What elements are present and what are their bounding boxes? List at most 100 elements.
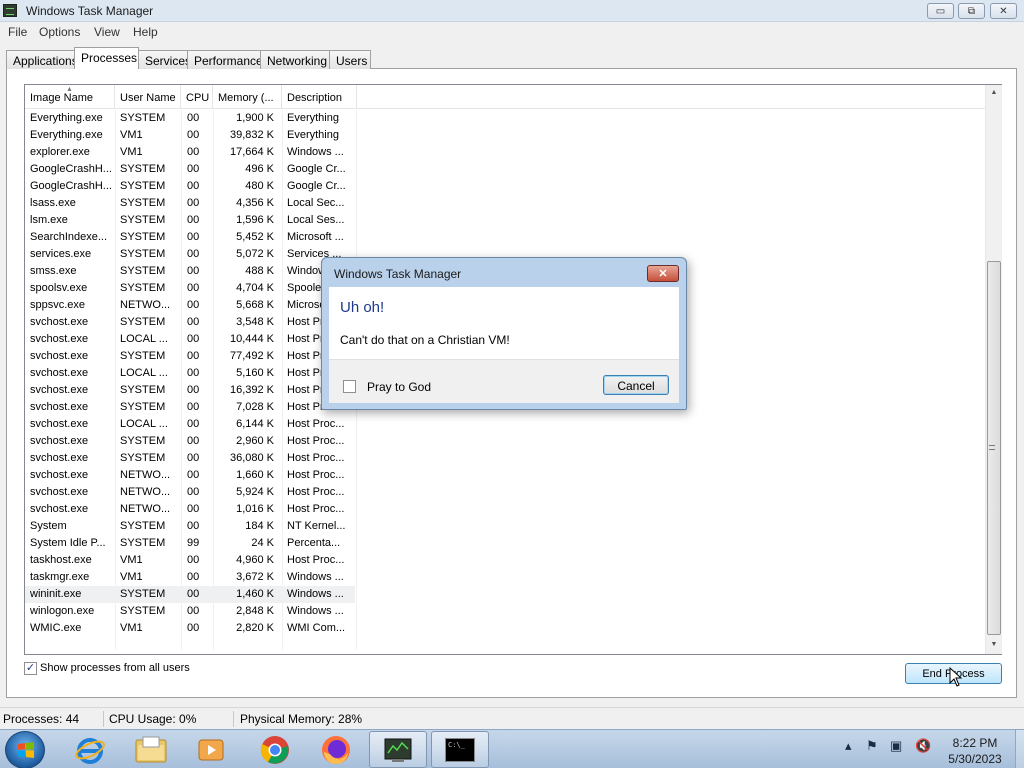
show-all-users-checkbox[interactable]: ✓ [24,662,37,675]
sort-ascending-icon: ▲ [66,86,73,93]
process-user: VM1 [120,554,143,566]
scroll-up-icon[interactable]: ▲ [986,85,1002,101]
process-row[interactable]: svchost.exe SYSTEM 00 36,080 K Host Proc... [25,450,355,467]
process-row[interactable]: GoogleCrashH... SYSTEM 00 480 K Google Cr... [25,178,355,195]
process-name: smss.exe [30,265,77,277]
tab-applications[interactable]: Applications [6,50,78,69]
status-cpu: CPU Usage: 0% [109,712,197,726]
menu-view[interactable]: View [94,25,120,39]
process-row[interactable]: lsm.exe SYSTEM 00 1,596 K Local Ses... [25,212,355,229]
chrome-taskbar-button[interactable] [246,731,304,768]
clock[interactable]: 8:22 PM 5/30/2023 [940,735,1010,767]
process-memory: 488 K [245,265,274,277]
process-row[interactable]: explorer.exe VM1 00 17,664 K Windows ... [25,144,355,161]
process-row[interactable]: svchost.exe SYSTEM 00 7,028 K Host Proc... [25,399,355,416]
show-desktop-button[interactable] [1015,730,1024,768]
process-row[interactable]: svchost.exe SYSTEM 00 77,492 K Host Pr... [25,348,355,365]
process-row[interactable]: svchost.exe LOCAL ... 00 10,444 K Host Pr... [25,331,355,348]
volume-muted-icon[interactable]: 🔇 [915,738,931,754]
tab-performance[interactable]: Performance [187,50,263,69]
process-name: WMIC.exe [30,622,82,634]
process-user: SYSTEM [120,401,166,413]
process-row[interactable]: svchost.exe NETWO... 00 5,924 K Host Proc... [25,484,355,501]
pray-checkbox[interactable] [343,380,356,393]
command-prompt-taskbar-button[interactable]: C:\_ [431,731,489,768]
process-user: VM1 [120,129,143,141]
process-row[interactable]: Everything.exe SYSTEM 00 1,900 K Everything [25,110,355,127]
process-row[interactable]: Everything.exe VM1 00 39,832 K Everything [25,127,355,144]
column-user-name[interactable]: User Name [115,85,181,109]
process-row[interactable]: taskmgr.exe VM1 00 3,672 K Windows ... [25,569,355,586]
process-memory: 5,072 K [236,248,274,260]
process-row[interactable]: wininit.exe SYSTEM 00 1,460 K Windows ... [25,586,355,603]
process-cpu: 00 [187,469,200,481]
network-icon[interactable]: ▣ [890,738,902,754]
vertical-scrollbar[interactable]: ▲ ▼ [985,85,1002,654]
process-description: Windows ... [287,146,344,158]
process-user: NETWO... [120,299,171,311]
process-cpu: 00 [187,316,200,328]
menu-file[interactable]: File [8,25,27,39]
process-name: GoogleCrashH... [30,180,112,192]
process-row[interactable]: svchost.exe NETWO... 00 1,660 K Host Proc... [25,467,355,484]
column-memory[interactable]: Memory (... [213,85,282,109]
status-processes: Processes: 44 [3,712,80,726]
dialog-close-button[interactable]: ✕ [647,265,679,282]
process-row[interactable]: smss.exe SYSTEM 00 488 K Window... [25,263,355,280]
cancel-button[interactable]: Cancel [603,375,669,395]
process-row[interactable]: svchost.exe SYSTEM 00 2,960 K Host Proc... [25,433,355,450]
process-row[interactable]: svchost.exe SYSTEM 00 16,392 K Host Pr... [25,382,355,399]
process-row[interactable]: GoogleCrashH... SYSTEM 00 496 K Google Cr... [25,161,355,178]
process-row[interactable]: svchost.exe SYSTEM 00 3,548 K Host Pr... [25,314,355,331]
tab-networking[interactable]: Networking [260,50,330,69]
task-manager-taskbar-button[interactable] [369,731,427,768]
process-row[interactable]: svchost.exe LOCAL ... 00 5,160 K Host Pr... [25,365,355,382]
column-cpu-label: CPU [186,92,210,104]
menu-help[interactable]: Help [133,25,158,39]
process-row[interactable]: taskhost.exe VM1 00 4,960 K Host Proc... [25,552,355,569]
minimize-button[interactable]: ▭ [927,3,954,19]
process-row[interactable]: System SYSTEM 00 184 K NT Kernel... [25,518,355,535]
maximize-button[interactable]: ⧉ [958,3,985,19]
process-user: LOCAL ... [120,418,168,430]
process-memory: 5,668 K [236,299,274,311]
tab-services[interactable]: Services [138,50,191,69]
process-user: LOCAL ... [120,367,168,379]
column-cpu[interactable]: CPU [181,85,213,109]
process-row[interactable]: sppsvc.exe NETWO... 00 5,668 K Microso... [25,297,355,314]
process-name: Everything.exe [30,112,103,124]
process-cpu: 00 [187,197,200,209]
process-row[interactable]: svchost.exe NETWO... 00 1,016 K Host Proc... [25,501,355,518]
process-row[interactable]: SearchIndexe... SYSTEM 00 5,452 K Microsoft … [25,229,355,246]
firefox-taskbar-button[interactable] [307,731,365,768]
media-player-taskbar-button[interactable] [182,731,240,768]
process-row[interactable]: System Idle P... SYSTEM 99 24 K Percenta... [25,535,355,552]
process-row[interactable]: winlogon.exe SYSTEM 00 2,848 K Windows ... [25,603,355,620]
internet-explorer-taskbar-button[interactable] [61,731,119,768]
tab-users[interactable]: Users [329,50,371,69]
start-button[interactable] [5,731,45,768]
column-image-name[interactable]: ▲ Image Name [25,85,115,109]
column-description-label: Description [287,92,343,104]
process-cpu: 00 [187,163,200,175]
process-user: SYSTEM [120,112,166,124]
process-row[interactable]: spoolsv.exe SYSTEM 00 4,704 K Spooler... [25,280,355,297]
process-cpu: 00 [187,605,200,617]
process-name: svchost.exe [30,367,89,379]
status-divider [233,711,234,727]
scroll-down-icon[interactable]: ▼ [986,637,1002,653]
tab-processes[interactable]: Processes [74,47,139,69]
column-description[interactable]: Description [282,85,357,109]
process-row[interactable]: services.exe SYSTEM 00 5,072 K Services ... [25,246,355,263]
process-name: svchost.exe [30,418,89,430]
process-row[interactable]: lsass.exe SYSTEM 00 4,356 K Local Sec... [25,195,355,212]
close-button[interactable]: ✕ [990,3,1017,19]
action-center-flag-icon[interactable]: ⚑ [866,738,878,754]
process-row[interactable]: svchost.exe LOCAL ... 00 6,144 K Host Proc..… [25,416,355,433]
menu-options[interactable]: Options [39,25,80,39]
show-hidden-icons-icon[interactable]: ▴ [845,738,852,754]
process-cpu: 00 [187,265,200,277]
process-user: SYSTEM [120,163,166,175]
process-row[interactable]: WMIC.exe VM1 00 2,820 K WMI Com... [25,620,355,637]
file-explorer-taskbar-button[interactable] [122,731,180,768]
